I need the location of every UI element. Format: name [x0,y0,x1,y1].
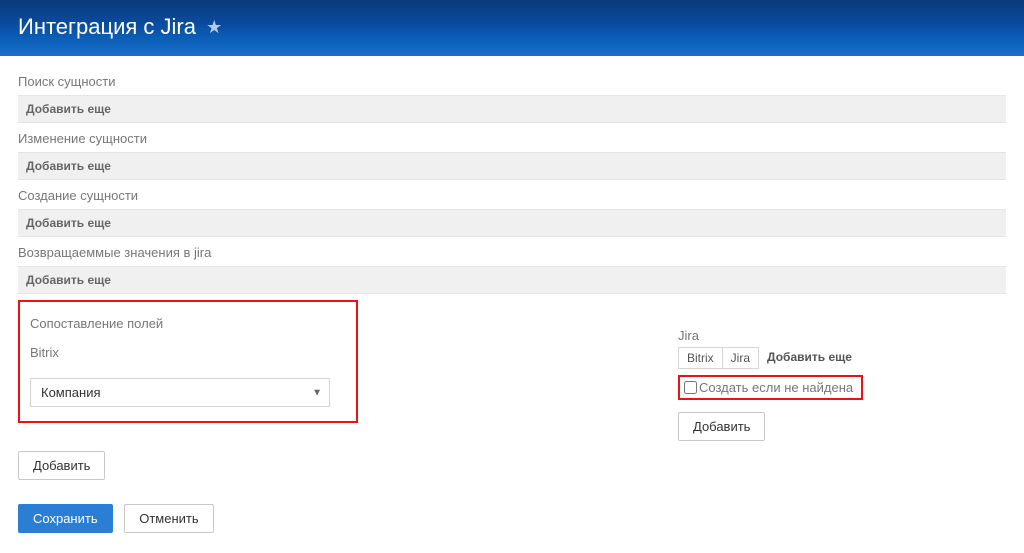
add-more-create[interactable]: Добавить еще [18,209,1006,237]
bitrix-column-label: Bitrix [30,335,346,364]
add-more-return[interactable]: Добавить еще [18,266,1006,294]
section-search-entity: Поиск сущности [18,66,1006,95]
jira-mapping-area: Jira Bitrix Jira Добавить еще Создать ес… [678,294,863,441]
page-header: Интеграция с Jira ★ [0,0,1024,56]
add-more-search[interactable]: Добавить еще [18,95,1006,123]
mapping-title: Сопоставление полей [30,310,346,335]
subtabs: Bitrix Jira [678,347,759,369]
create-if-not-found-highlight: Создать если не найдена [678,375,863,400]
add-more-subfield[interactable]: Добавить еще [767,347,852,364]
subtab-bitrix[interactable]: Bitrix [679,348,723,369]
create-if-not-found-label: Создать если не найдена [699,380,853,395]
add-more-change[interactable]: Добавить еще [18,152,1006,180]
page-title: Интеграция с Jira [18,14,196,39]
favorite-star-icon[interactable]: ★ [206,17,222,37]
field-mapping-highlight: Сопоставление полей Bitrix Компания ▼ [18,300,358,423]
content-area: Поиск сущности Добавить еще Изменение су… [0,56,1024,553]
jira-column-label: Jira [678,322,863,347]
add-button[interactable]: Добавить [18,451,105,480]
create-if-not-found-checkbox[interactable] [684,381,697,394]
section-change-entity: Изменение сущности [18,123,1006,152]
save-button[interactable]: Сохранить [18,504,113,533]
cancel-button[interactable]: Отменить [124,504,213,533]
bitrix-field-select[interactable]: Компания ▼ [30,378,330,407]
subtab-jira[interactable]: Jira [722,348,758,369]
bitrix-field-selected: Компания [30,378,330,407]
section-return-values: Возвращаеммые значения в jira [18,237,1006,266]
section-create-entity: Создание сущности [18,180,1006,209]
add-mapping-row-button[interactable]: Добавить [678,412,765,441]
